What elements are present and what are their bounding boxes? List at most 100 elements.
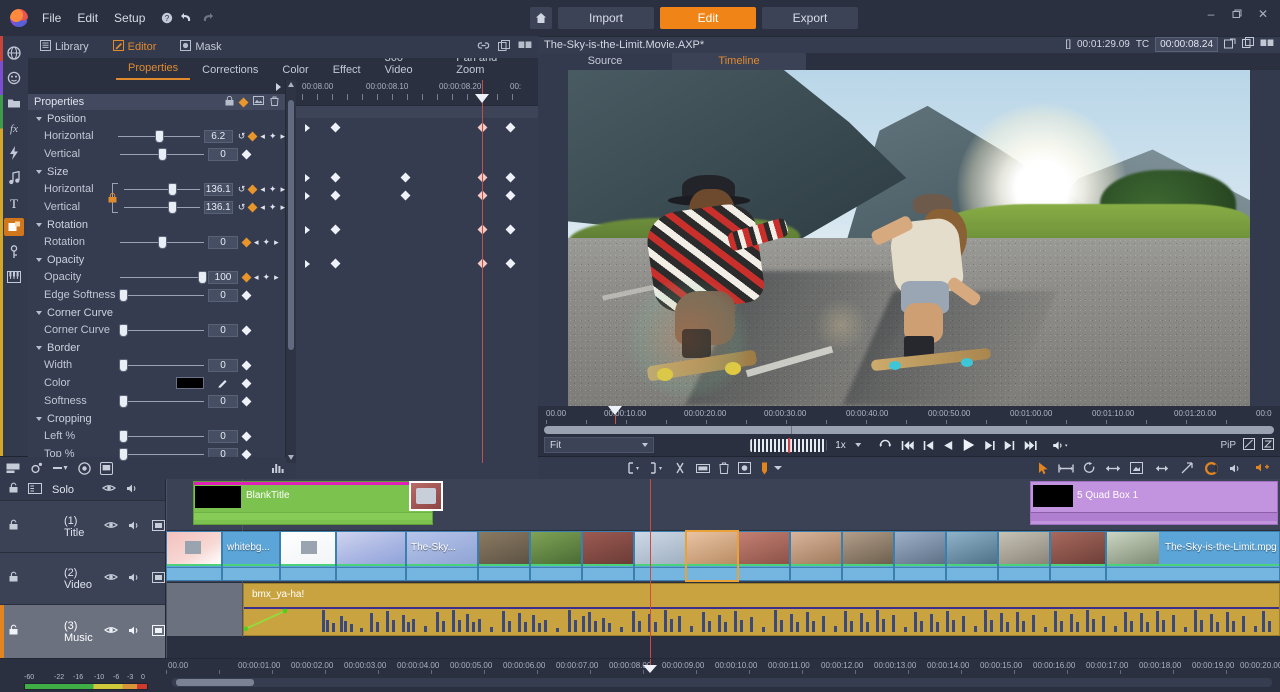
timeline-clip-video-9[interactable] — [634, 531, 686, 581]
add-keyframe-icon[interactable]: ✦ — [269, 202, 277, 213]
kf-expand-arrow-icon[interactable] — [305, 226, 310, 234]
nav-edit-button[interactable]: Edit — [660, 7, 756, 29]
mark-out-icon[interactable] — [650, 462, 664, 474]
lock-icon[interactable] — [225, 96, 234, 109]
go-to-start-icon[interactable] — [901, 440, 914, 451]
text-title-icon[interactable]: T — [0, 190, 28, 215]
piano-icon[interactable] — [0, 264, 28, 289]
crop-left-slider[interactable] — [120, 430, 204, 442]
expand-arrow-icon[interactable] — [276, 83, 281, 91]
next-frame-icon[interactable] — [1004, 440, 1015, 451]
timeline-clip-video-13[interactable] — [842, 531, 894, 581]
master-eye-icon[interactable] — [102, 483, 116, 496]
globe-icon[interactable] — [0, 40, 28, 65]
keyframe-marker[interactable] — [331, 259, 341, 269]
step-forward-icon[interactable] — [984, 440, 995, 451]
position-vertical-value[interactable]: 0 — [208, 148, 238, 161]
menu-edit[interactable]: Edit — [69, 7, 106, 29]
trim-tool-icon[interactable] — [1058, 463, 1074, 474]
property-group-rotation[interactable]: Rotation — [28, 216, 285, 233]
track-eye-icon[interactable] — [104, 572, 118, 585]
timeline-clip-video-15[interactable] — [946, 531, 998, 581]
track-lock-icon[interactable] — [8, 624, 20, 639]
tab-properties[interactable]: Properties — [116, 60, 190, 80]
preset-image-icon[interactable] — [253, 96, 264, 108]
prev-keyframe-icon[interactable]: ◂ — [254, 272, 259, 283]
eyedropper-icon[interactable] — [208, 376, 238, 391]
home-icon[interactable] — [530, 7, 552, 29]
montage-active-icon[interactable] — [4, 218, 24, 236]
prev-keyframe-icon[interactable]: ◂ — [254, 237, 259, 248]
edge-softness-slider[interactable] — [120, 289, 204, 301]
video-preview[interactable] — [538, 70, 1280, 406]
size-horizontal-slider[interactable] — [124, 183, 200, 195]
scroll-down-arrow-icon[interactable] — [288, 455, 294, 460]
fullscreen-icon[interactable] — [1243, 438, 1255, 453]
current-timecode[interactable]: 00:00:08.24 — [1155, 37, 1218, 52]
keyframe-marker[interactable] — [506, 123, 516, 133]
marker-dropdown-icon[interactable] — [774, 465, 782, 471]
mark-in-icon[interactable] — [627, 462, 641, 474]
track-speaker-icon[interactable] — [128, 520, 142, 534]
timeline-clip-video-14[interactable] — [894, 531, 946, 581]
add-keyframe-icon[interactable]: ✦ — [263, 237, 271, 248]
nav-import-button[interactable]: Import — [558, 7, 654, 29]
keyframe-playhead[interactable] — [482, 80, 483, 463]
master-speaker-icon[interactable] — [126, 483, 140, 497]
size-vertical-slider[interactable] — [124, 201, 200, 213]
edge-softness-value[interactable]: 0 — [208, 289, 238, 302]
position-vertical-slider[interactable] — [120, 148, 204, 160]
timeline-clip-thesky-mpg[interactable]: The-Sky-is-the-Limit.mpg — [1106, 531, 1280, 581]
prev-keyframe-icon[interactable]: ◂ — [260, 184, 265, 195]
popout-player-icon[interactable] — [1224, 38, 1236, 52]
keyframe-diamond-icon[interactable] — [242, 290, 252, 300]
track-monitor-icon[interactable] — [152, 625, 165, 639]
keyframe-marker[interactable] — [506, 225, 516, 235]
corner-curve-slider[interactable] — [120, 324, 204, 336]
keyframe-diamond-icon[interactable] — [242, 272, 252, 282]
border-softness-slider[interactable] — [120, 395, 204, 407]
crop-top-slider[interactable] — [120, 448, 204, 460]
zoom-mode-select[interactable]: Fit — [544, 437, 654, 453]
keyframe-diamond-icon[interactable] — [242, 378, 252, 388]
clip-transition-thumb[interactable] — [409, 481, 443, 511]
track-monitor-icon[interactable] — [152, 572, 165, 586]
tab-editor[interactable]: Editor — [101, 36, 169, 58]
timeline-clip-blanktitle[interactable]: BlankTitle — [193, 481, 433, 525]
marker-icon[interactable] — [760, 462, 769, 475]
property-group-corner-curve[interactable]: Corner Curve — [28, 304, 285, 321]
position-horizontal-value[interactable]: 6.2 — [204, 130, 233, 143]
timeline-clip-video-12[interactable] — [790, 531, 842, 581]
scrollbar-thumb[interactable] — [288, 100, 294, 350]
loop-icon[interactable] — [878, 439, 892, 451]
keyframe-diamond-icon[interactable] — [242, 237, 252, 247]
next-keyframe-icon[interactable]: ▸ — [280, 184, 285, 195]
next-keyframe-icon[interactable]: ▸ — [280, 131, 285, 142]
jog-shuttle-control[interactable] — [750, 439, 826, 452]
redo-icon[interactable] — [197, 8, 217, 28]
keyframe-diamond-icon[interactable] — [248, 184, 258, 194]
track-header-music[interactable]: (3) Music — [0, 605, 165, 658]
nav-export-button[interactable]: Export — [762, 7, 858, 29]
audio-mixer-icon[interactable] — [1229, 463, 1244, 474]
layout-split-icon[interactable] — [1260, 38, 1274, 51]
pointer-tool-icon[interactable] — [1038, 462, 1049, 475]
timeline-clip-thesky[interactable]: The-Sky... — [406, 531, 478, 581]
track-lock-icon[interactable] — [8, 571, 20, 586]
border-width-slider[interactable] — [120, 359, 204, 371]
slip-tool-icon[interactable] — [1105, 463, 1121, 474]
keyframe-diamond-icon[interactable] — [248, 131, 258, 141]
keyframe-diamond-icon[interactable] — [248, 202, 258, 212]
music-note-icon[interactable] — [0, 165, 28, 190]
timeline-clip-video-6[interactable] — [478, 531, 530, 581]
rotate-tool-icon[interactable] — [1083, 462, 1096, 475]
speed-dropdown-icon[interactable] — [855, 443, 861, 447]
hscroll-thumb[interactable] — [176, 679, 254, 686]
border-color-swatch[interactable] — [176, 377, 204, 389]
timeline-clip-video-3[interactable] — [280, 531, 336, 581]
keyframe-marker[interactable] — [331, 191, 341, 201]
size-link-lock-icon[interactable] — [108, 193, 117, 206]
timeline-clip-music[interactable]: bmx_ya-ha! — [243, 583, 1280, 636]
keyframe-marker[interactable] — [331, 173, 341, 183]
solo-icon[interactable] — [28, 483, 42, 497]
